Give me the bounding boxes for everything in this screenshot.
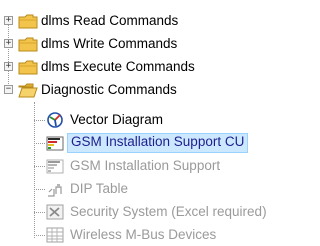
collapse-minus-icon[interactable]: − <box>4 85 13 94</box>
tree-item-label: Vector Diagram <box>70 112 164 127</box>
folder-icon <box>18 14 38 29</box>
signal-bars-icon <box>46 159 64 174</box>
tree-item-label: GSM Installation Support <box>70 158 221 173</box>
tree-item-label: DIP Table <box>70 181 129 196</box>
folder-open-icon <box>18 83 38 98</box>
signal-bars-icon <box>46 136 64 151</box>
expand-plus-icon[interactable]: + <box>4 62 13 71</box>
folder-icon <box>18 60 38 75</box>
tree-folder-label: dlms Write Commands <box>41 36 178 51</box>
tree-item-label: Security System (Excel required) <box>70 204 267 219</box>
dip-switch-icon <box>48 184 62 197</box>
tree-folder-dlms-write[interactable]: + dlms Write Commands <box>0 34 300 54</box>
tree-item-security-system[interactable]: Security System (Excel required) <box>0 202 320 222</box>
tree-folder-label: dlms Read Commands <box>41 13 179 28</box>
tree-item-label: GSM Installation Support CU <box>67 133 249 153</box>
folder-icon <box>18 37 38 52</box>
tree-folder-diagnostic[interactable]: − Diagnostic Commands <box>0 80 300 100</box>
tree-item-gsm-installation-support[interactable]: GSM Installation Support <box>0 156 320 176</box>
tree-folder-label: Diagnostic Commands <box>41 82 177 97</box>
vector-diagram-icon <box>47 112 63 128</box>
tree-item-wireless-mbus-devices[interactable]: Wireless M-Bus Devices <box>0 225 320 245</box>
tree-item-label: Wireless M-Bus Devices <box>70 227 217 242</box>
tree-folder-label: dlms Execute Commands <box>41 59 195 74</box>
command-tree: + dlms Read Commands + dlms Write Comman… <box>0 0 320 246</box>
tree-item-dip-table[interactable]: DIP Table <box>0 179 320 199</box>
tree-folder-dlms-execute[interactable]: + dlms Execute Commands <box>0 57 300 77</box>
table-grid-icon <box>46 227 64 243</box>
expand-plus-icon[interactable]: + <box>4 16 13 25</box>
expand-plus-icon[interactable]: + <box>4 39 13 48</box>
tree-item-vector-diagram[interactable]: Vector Diagram <box>0 110 320 130</box>
tree-item-gsm-installation-support-cu[interactable]: GSM Installation Support CU <box>0 133 320 153</box>
tree-folder-dlms-read[interactable]: + dlms Read Commands <box>0 11 300 31</box>
excel-icon <box>46 204 64 220</box>
